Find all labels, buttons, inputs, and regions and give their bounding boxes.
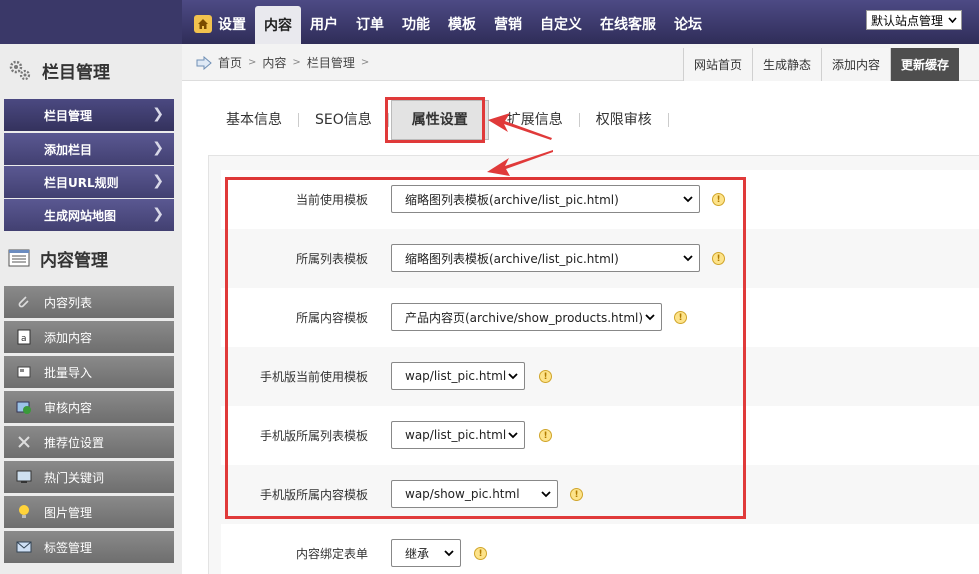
envelope-icon — [16, 541, 32, 553]
form-label: 内容绑定表单 — [295, 547, 368, 561]
chevron-down-icon — [444, 550, 454, 557]
sidebar-item-label: 栏目管理 — [44, 108, 93, 123]
sidebar-item-label: 内容列表 — [44, 295, 93, 310]
sidebar-item-label: 审核内容 — [44, 400, 93, 415]
sidebar-item-add-column[interactable]: 添加栏目 ❯ — [4, 133, 174, 165]
logo-area — [0, 0, 182, 44]
nav-settings-label: 设置 — [218, 17, 246, 33]
document-icon: a — [17, 329, 31, 345]
nav-marketing[interactable]: 营销 — [485, 4, 531, 44]
sidebar-item-recommend-slots[interactable]: 推荐位设置 — [4, 426, 174, 458]
arrow-right-icon — [196, 55, 212, 70]
sidebar-item-tag-manage[interactable]: 标签管理 — [4, 531, 174, 563]
chevron-right-icon: ❯ — [152, 206, 164, 222]
nav-content[interactable]: 内容 — [255, 6, 301, 44]
annotation-arrow-icon — [488, 113, 552, 140]
review-icon — [16, 401, 31, 414]
nav-custom[interactable]: 自定义 — [531, 4, 591, 44]
sidebar-item-hot-keywords[interactable]: 热门关键词 — [4, 461, 174, 493]
sidebar-item-image-manage[interactable]: 图片管理 — [4, 496, 174, 528]
site-select-value: 默认站点管理 — [871, 13, 944, 28]
nav-users[interactable]: 用户 — [301, 4, 347, 44]
sidebar-item-review-content[interactable]: 审核内容 — [4, 391, 174, 423]
breadcrumb-content[interactable]: 内容 — [262, 54, 286, 71]
site-select[interactable]: 默认站点管理 — [866, 10, 962, 30]
chevron-right-icon: ❯ — [152, 140, 164, 156]
tab-basic-info[interactable]: 基本信息 — [210, 113, 299, 127]
chevron-right-icon: ❯ — [152, 173, 164, 189]
sidebar-section-columns: 栏目管理 — [0, 44, 182, 96]
home-icon — [194, 15, 212, 33]
sidebar-section-title: 栏目管理 — [42, 62, 110, 83]
select-value: 继承 — [405, 546, 430, 561]
quick-links: 网站首页 生成静态 添加内容 更新缓存 — [682, 48, 959, 81]
sidebar: 栏目管理 栏目管理 ❯ 添加栏目 ❯ 栏目URL规则 ❯ 生成网站地图 ❯ 内容管理 内… — [0, 44, 182, 574]
nav-settings[interactable]: 设置 — [185, 4, 255, 44]
breadcrumb-separator: > — [360, 57, 370, 68]
sidebar-item-label: 标签管理 — [44, 540, 93, 555]
svg-text:a: a — [21, 334, 27, 344]
chevron-down-icon — [948, 17, 957, 23]
nav-forum[interactable]: 论坛 — [665, 4, 711, 44]
tab-seo-info[interactable]: SEO信息 — [299, 113, 389, 127]
sidebar-item-batch-import[interactable]: 批量导入 — [4, 356, 174, 388]
sidebar-section-content: 内容管理 — [0, 232, 108, 284]
nav-functions[interactable]: 功能 — [393, 4, 439, 44]
nav-orders[interactable]: 订单 — [347, 4, 393, 44]
breadcrumb-separator: > — [292, 57, 301, 68]
sidebar-item-url-rules[interactable]: 栏目URL规则 ❯ — [4, 166, 174, 198]
sidebar-item-column-manage[interactable]: 栏目管理 ❯ — [4, 99, 174, 131]
sidebar-item-content-list[interactable]: 内容列表 — [4, 286, 174, 318]
gears-icon — [9, 60, 31, 81]
annotation-arrow-icon — [487, 150, 553, 176]
bind-form-select[interactable]: 继承 — [391, 539, 461, 567]
sidebar-item-label: 添加栏目 — [44, 142, 93, 157]
sidebar-item-label: 添加内容 — [44, 330, 93, 345]
sidebar-item-label: 批量导入 — [44, 365, 93, 380]
top-nav-bar: 设置 内容 用户 订单 功能 模板 营销 自定义 在线客服 论坛 默认站点管理 — [0, 0, 979, 44]
form-row: 内容绑定表单 继承 ! — [221, 524, 979, 574]
sidebar-item-label: 图片管理 — [44, 505, 93, 520]
breadcrumb-column[interactable]: 栏目管理 — [307, 54, 355, 71]
import-icon — [17, 366, 31, 378]
main-nav: 设置 内容 用户 订单 功能 模板 营销 自定义 在线客服 论坛 — [185, 4, 711, 44]
sidebar-item-add-content[interactable]: a 添加内容 — [4, 321, 174, 353]
lightbulb-icon — [19, 505, 29, 518]
nav-templates[interactable]: 模板 — [439, 4, 485, 44]
update-cache-button[interactable]: 更新缓存 — [889, 48, 959, 81]
sidebar-section-title: 内容管理 — [40, 250, 108, 271]
site-home-button[interactable]: 网站首页 — [682, 48, 752, 81]
sidebar-item-label: 推荐位设置 — [44, 435, 105, 450]
sidebar-item-label: 热门关键词 — [44, 470, 105, 485]
paperclip-icon — [18, 296, 29, 308]
tools-icon — [18, 436, 30, 448]
sidebar-item-sitemap[interactable]: 生成网站地图 ❯ — [4, 199, 174, 231]
form-highlight-box — [225, 177, 746, 519]
tab-permission-review[interactable]: 权限审核 — [580, 113, 669, 127]
help-icon[interactable]: ! — [474, 547, 487, 560]
add-content-button[interactable]: 添加内容 — [820, 48, 890, 81]
breadcrumb-separator: > — [248, 57, 257, 68]
breadcrumb: 首页 > 内容 > 栏目管理 > — [196, 44, 369, 81]
nav-online-service[interactable]: 在线客服 — [591, 4, 665, 44]
monitor-icon — [16, 470, 32, 483]
tab-highlight-box — [385, 97, 485, 143]
chevron-right-icon: ❯ — [152, 106, 164, 122]
breadcrumb-home[interactable]: 首页 — [218, 54, 242, 71]
generate-static-button[interactable]: 生成静态 — [751, 48, 821, 81]
sidebar-item-label: 生成网站地图 — [44, 208, 117, 223]
sidebar-item-label: 栏目URL规则 — [44, 175, 119, 190]
breadcrumb-bar: 首页 > 内容 > 栏目管理 > 网站首页 生成静态 添加内容 更新缓存 — [182, 44, 979, 81]
list-icon — [8, 249, 30, 267]
